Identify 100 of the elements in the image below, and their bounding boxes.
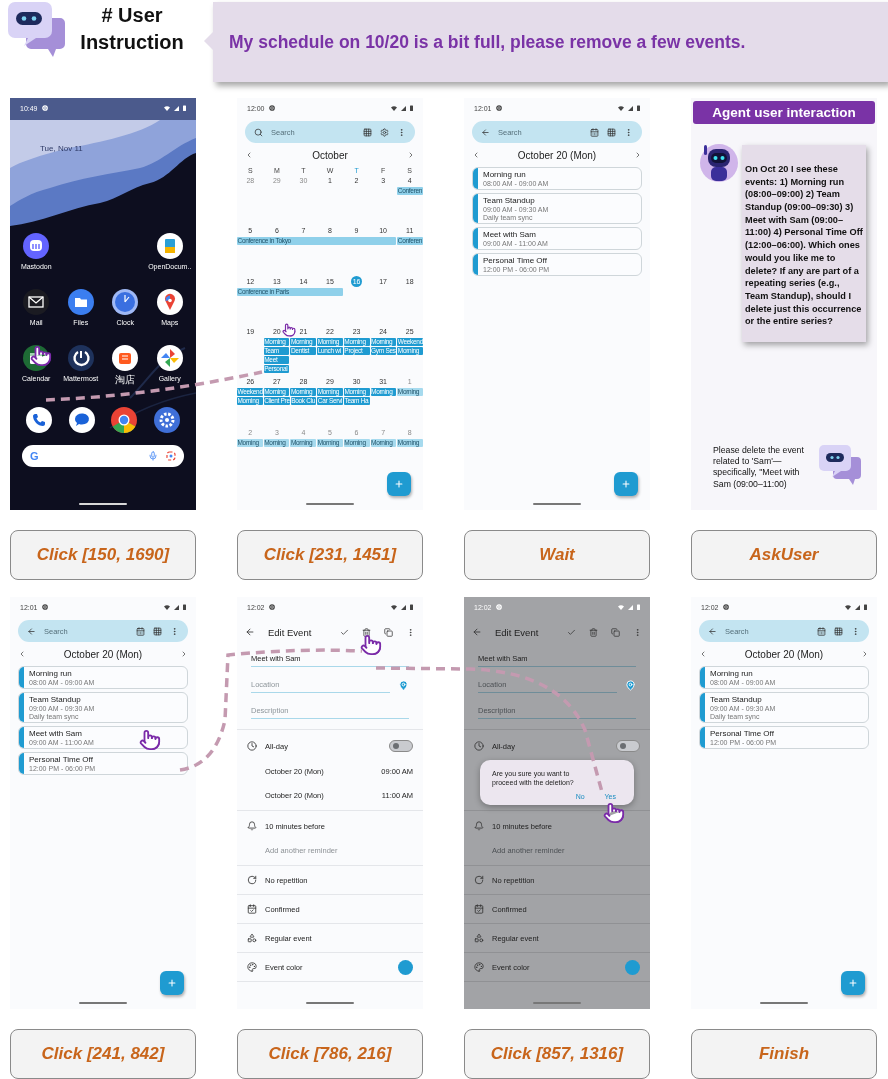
notification-icon <box>495 105 502 111</box>
more-icon[interactable] <box>397 127 406 137</box>
wifi-icon <box>845 604 851 610</box>
camera-lens-icon[interactable] <box>166 451 176 461</box>
next-icon[interactable] <box>407 151 415 159</box>
previous-icon[interactable] <box>245 151 253 159</box>
event-color-bar <box>473 254 478 275</box>
folder-icon[interactable] <box>67 289 94 315</box>
notification-icon <box>722 604 729 610</box>
grid-icon[interactable] <box>153 626 162 636</box>
event-title: Meet with Sam <box>29 729 83 738</box>
signal-icon <box>855 604 860 610</box>
check-icon[interactable] <box>340 627 349 637</box>
bell-icon <box>247 821 257 831</box>
search-bar[interactable]: G <box>22 445 184 467</box>
delete-icon[interactable] <box>362 627 371 637</box>
more-icon[interactable] <box>624 127 633 137</box>
color-swatch[interactable] <box>625 959 640 975</box>
next-icon[interactable] <box>861 650 869 658</box>
copy-icon[interactable] <box>384 627 393 637</box>
palette-icon <box>474 962 484 972</box>
search-icon <box>254 127 263 137</box>
shapes-icon <box>247 933 257 943</box>
plus-icon <box>394 479 404 489</box>
back-icon[interactable] <box>481 127 490 137</box>
previous-icon[interactable] <box>18 650 26 658</box>
document-icon[interactable] <box>156 233 183 259</box>
repeat-icon <box>247 875 257 885</box>
color-swatch[interactable] <box>398 959 413 975</box>
signal-icon <box>401 105 406 111</box>
all-day-switch[interactable] <box>616 740 640 752</box>
grid-icon[interactable] <box>834 626 843 636</box>
add-button[interactable] <box>841 971 865 995</box>
envelope-icon[interactable] <box>23 289 50 315</box>
browser-icon[interactable] <box>111 407 138 433</box>
date-title: October 20 (Mon) <box>517 149 597 161</box>
more-icon[interactable] <box>851 626 860 636</box>
wifi-icon <box>618 604 624 610</box>
calendar-icon[interactable] <box>136 626 145 636</box>
notification-icon <box>268 604 275 610</box>
battery-icon <box>410 105 413 111</box>
next-icon[interactable] <box>634 151 642 159</box>
delete-icon[interactable] <box>589 627 598 637</box>
chat-bubbles-icon <box>819 444 861 485</box>
notification-icon <box>41 604 48 610</box>
panel-title: Agent user interaction <box>693 101 875 124</box>
event-color-bar <box>700 693 705 722</box>
palette-icon <box>247 962 257 972</box>
action-label: Click [786, 216] <box>237 1029 423 1079</box>
pinwheel-icon[interactable] <box>156 345 183 371</box>
clock-icon[interactable] <box>112 289 139 315</box>
more-icon[interactable] <box>170 626 179 636</box>
all-day-switch[interactable] <box>389 740 413 752</box>
calendar-icon[interactable] <box>817 626 826 636</box>
plus-icon <box>167 978 177 988</box>
signal-icon <box>174 105 179 111</box>
map-pin-icon[interactable] <box>156 289 183 315</box>
date-title: October 20 (Mon) <box>63 648 143 660</box>
grid-icon[interactable] <box>363 127 372 137</box>
add-button[interactable] <box>160 971 184 995</box>
bubble-logo-icon[interactable] <box>23 233 50 259</box>
shop-bag-icon[interactable] <box>112 345 139 371</box>
action-label: Wait <box>464 530 650 580</box>
crescent-logo-icon[interactable] <box>67 345 94 371</box>
calendar-check-icon <box>247 904 257 914</box>
previous-icon[interactable] <box>472 151 480 159</box>
repeat-icon <box>474 875 484 885</box>
back-icon[interactable] <box>472 627 482 637</box>
next-icon[interactable] <box>180 650 188 658</box>
wifi-icon <box>391 604 397 610</box>
copy-icon[interactable] <box>611 627 620 637</box>
date-text: Tue, Nov 11 <box>40 144 84 153</box>
signal-icon <box>174 604 179 610</box>
add-button[interactable] <box>614 472 638 496</box>
event-title: Team Standup <box>710 695 763 704</box>
event-color-bar <box>700 667 705 688</box>
event-color-bar <box>19 727 24 748</box>
instruction-text: My schedule on 10/20 is a bit full, please remove a few events. <box>229 31 746 53</box>
calendar-icon[interactable] <box>590 127 599 137</box>
notification-icon <box>41 105 48 111</box>
back-icon[interactable] <box>708 626 717 636</box>
app-label[interactable]: 淘店 <box>115 375 136 385</box>
add-button[interactable] <box>387 472 411 496</box>
event-title: Morning run <box>29 669 73 678</box>
message-icon[interactable] <box>68 407 95 433</box>
settings-icon[interactable] <box>153 407 180 433</box>
grid-icon[interactable] <box>607 127 616 137</box>
more-icon[interactable] <box>633 627 642 637</box>
plus-icon <box>848 978 858 988</box>
more-icon[interactable] <box>406 627 415 637</box>
event-title: Personal Time Off <box>483 256 548 265</box>
check-icon[interactable] <box>567 627 576 637</box>
shapes-icon <box>474 933 484 943</box>
previous-icon[interactable] <box>699 650 707 658</box>
mic-icon[interactable] <box>148 451 158 461</box>
back-icon[interactable] <box>245 627 255 637</box>
phone-icon[interactable] <box>26 407 53 433</box>
chat-bubbles-icon <box>6 0 66 58</box>
plus-icon <box>621 479 631 489</box>
back-icon[interactable] <box>27 626 36 636</box>
